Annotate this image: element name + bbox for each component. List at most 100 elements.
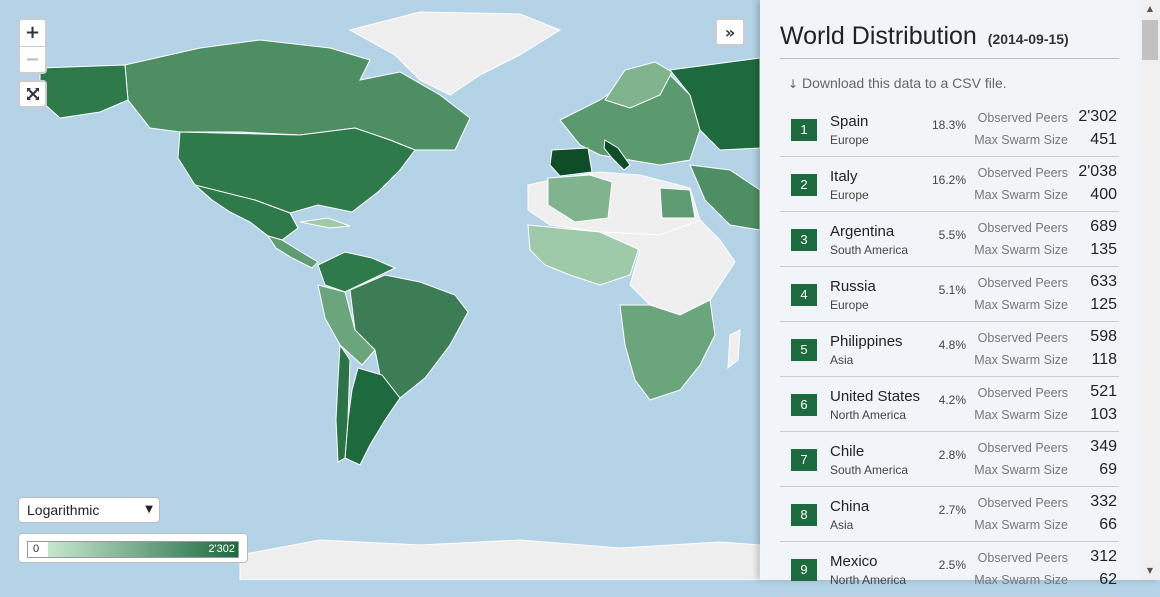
max-swarm-size-label: Max Swarm Size	[974, 573, 1068, 587]
observed-peers-label: Observed Peers	[977, 221, 1068, 235]
title-divider	[780, 58, 1119, 59]
country-name: Italy	[830, 168, 858, 185]
country-name: United States	[830, 388, 921, 405]
scroll-down-icon[interactable]: ▼	[1140, 562, 1160, 580]
max-swarm-size-value: 62	[1099, 571, 1117, 588]
max-swarm-size-label: Max Swarm Size	[974, 463, 1068, 477]
download-csv-text: Download this data to a CSV file.	[801, 75, 1007, 91]
legend-max: 2'302	[208, 543, 235, 555]
observed-peers-value: 689	[1090, 218, 1117, 235]
max-swarm-size-value: 103	[1090, 406, 1117, 423]
max-swarm-size-value: 125	[1090, 296, 1117, 313]
zoom-control: + −	[18, 18, 47, 74]
color-legend: 0 2'302	[18, 533, 248, 563]
continent-name: South America	[830, 243, 909, 257]
arrow-down-icon: ↓	[788, 77, 799, 91]
continent-name: North America	[830, 408, 907, 422]
scale-select[interactable]: Logarithmic ▼	[18, 497, 160, 523]
observed-peers-label: Observed Peers	[977, 551, 1068, 565]
observed-peers-value: 2'038	[1078, 163, 1117, 180]
country-name: Russia	[830, 278, 876, 295]
country-name: Chile	[830, 443, 865, 460]
country-name: China	[830, 498, 870, 515]
observed-peers-value: 633	[1090, 273, 1117, 290]
panel-title: World Distribution (2014-09-15)	[780, 22, 1069, 51]
share-percent: 2.5%	[938, 558, 966, 572]
rank-badge: 9	[791, 559, 817, 581]
zoom-in-button[interactable]: +	[20, 20, 45, 47]
country-name: Mexico	[830, 553, 878, 570]
share-percent: 5.1%	[938, 283, 966, 297]
country-row[interactable]: 4 Russia Europe 5.1% Observed Peers Max Swarm…	[780, 267, 1119, 322]
country-name: Philippines	[830, 333, 903, 350]
fullscreen-button[interactable]	[18, 80, 47, 108]
rank-badge: 6	[791, 394, 817, 416]
share-percent: 18.3%	[931, 118, 966, 132]
max-swarm-size-label: Max Swarm Size	[974, 133, 1068, 147]
country-row[interactable]: 5 Philippines Asia 4.8% Observed Peers Max Sw…	[780, 322, 1119, 377]
country-egypt[interactable]	[659, 187, 696, 219]
share-percent: 4.2%	[938, 393, 966, 407]
continent-name: Europe	[830, 188, 869, 202]
rank-badge: 1	[791, 119, 817, 141]
country-name: Spain	[830, 113, 869, 130]
rank-badge: 7	[791, 449, 817, 471]
panel-date: (2014-09-15)	[987, 31, 1069, 47]
max-swarm-size-value: 118	[1091, 351, 1117, 368]
rank-badge: 3	[791, 229, 817, 251]
rank-badge: 5	[791, 339, 817, 361]
max-swarm-size-label: Max Swarm Size	[974, 353, 1068, 367]
observed-peers-value: 598	[1090, 328, 1117, 345]
rank-badge: 4	[791, 284, 817, 306]
country-row[interactable]: 8 China Asia 2.7% Observed Peers Max Swarm Si…	[780, 487, 1119, 542]
observed-peers-label: Observed Peers	[977, 111, 1068, 125]
country-row[interactable]: 3 Argentina South America 5.5% Observed Peer…	[780, 212, 1119, 267]
share-percent: 2.7%	[938, 503, 966, 517]
country-row[interactable]: 7 Chile South America 2.8% Observed Peers Max…	[780, 432, 1119, 487]
country-list: 1 Spain Europe 18.3% Observed Peers Max Swarm…	[780, 102, 1119, 597]
legend-gradient	[27, 541, 239, 558]
observed-peers-label: Observed Peers	[977, 276, 1068, 290]
scroll-up-icon[interactable]: ▲	[1140, 0, 1160, 18]
caret-down-icon: ▼	[145, 504, 153, 515]
country-row[interactable]: 9 Mexico North America 2.5% Observed Peers Ma…	[780, 542, 1119, 597]
country-name: Argentina	[830, 223, 895, 240]
collapse-panel-button[interactable]: »	[715, 18, 745, 46]
scrollbar[interactable]: ▲ ▼	[1140, 0, 1160, 580]
share-percent: 4.8%	[938, 338, 966, 352]
download-csv-link[interactable]: ↓ Download this data to a CSV file.	[788, 75, 1007, 91]
continent-name: Asia	[830, 518, 854, 532]
max-swarm-size-label: Max Swarm Size	[974, 408, 1068, 422]
zoom-out-button[interactable]: −	[20, 47, 45, 73]
continent-name: Europe	[830, 298, 869, 312]
observed-peers-label: Observed Peers	[977, 441, 1068, 455]
observed-peers-label: Observed Peers	[977, 386, 1068, 400]
country-antarctica[interactable]	[239, 539, 761, 580]
max-swarm-size-value: 69	[1099, 461, 1117, 478]
rank-badge: 8	[791, 504, 817, 526]
observed-peers-label: Observed Peers	[977, 331, 1068, 345]
share-percent: 16.2%	[931, 173, 966, 187]
observed-peers-value: 312	[1090, 548, 1117, 565]
panel-title-text: World Distribution	[780, 22, 977, 50]
legend-min: 0	[33, 543, 40, 555]
max-swarm-size-label: Max Swarm Size	[974, 518, 1068, 532]
scroll-thumb[interactable]	[1142, 20, 1158, 60]
observed-peers-value: 332	[1090, 493, 1117, 510]
max-swarm-size-label: Max Swarm Size	[974, 243, 1068, 257]
rank-badge: 2	[791, 174, 817, 196]
country-row[interactable]: 2 Italy Europe 16.2% Observed Peers Max Swarm…	[780, 157, 1119, 212]
continent-name: Europe	[830, 133, 869, 147]
observed-peers-value: 521	[1090, 383, 1117, 400]
expand-icon	[26, 88, 39, 100]
country-row[interactable]: 6 United States North America 4.2% Observed …	[780, 377, 1119, 432]
country-spain[interactable]	[549, 147, 593, 177]
continent-name: North America	[830, 573, 907, 587]
max-swarm-size-value: 451	[1090, 131, 1117, 148]
observed-peers-value: 2'302	[1078, 108, 1117, 125]
country-row[interactable]: 1 Spain Europe 18.3% Observed Peers Max Swarm…	[780, 102, 1119, 157]
observed-peers-value: 349	[1090, 438, 1117, 455]
share-percent: 2.8%	[938, 448, 966, 462]
observed-peers-label: Observed Peers	[977, 166, 1068, 180]
continent-name: Asia	[830, 353, 854, 367]
